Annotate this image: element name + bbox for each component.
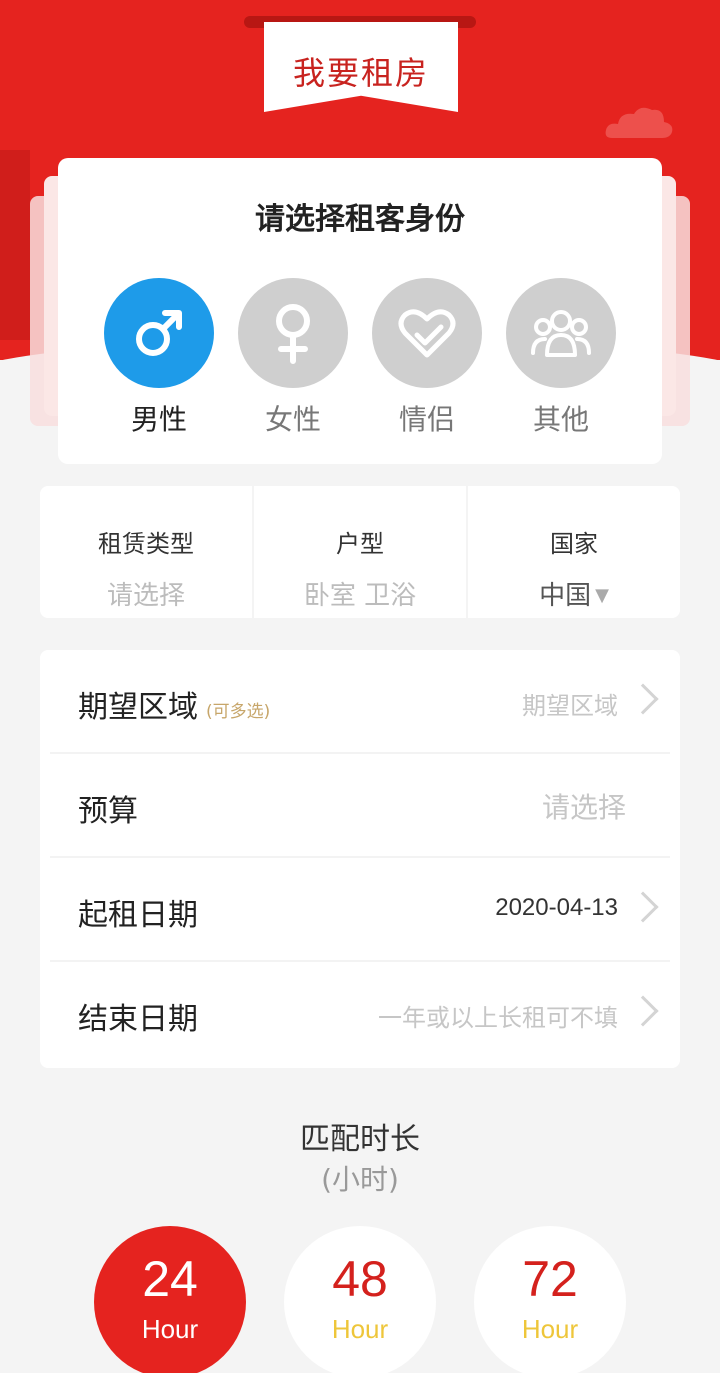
couple-heart-icon [398, 309, 456, 358]
hour-unit: Hour [141, 1314, 199, 1344]
role-female-label: 女性 [264, 403, 321, 436]
hour-option-24[interactable]: 24 Hour [94, 1226, 246, 1373]
chevron-right-icon [627, 995, 659, 1027]
hour-unit: Hour [521, 1314, 579, 1344]
filter-layout[interactable]: 户型 卧室 卫浴 [254, 486, 468, 618]
hour-value: 24 [142, 1251, 198, 1307]
building-decoration [0, 150, 30, 340]
hour-unit: Hour [331, 1314, 389, 1344]
identity-title: 请选择租客身份 [255, 202, 465, 237]
page-title: 我要租房 [292, 54, 429, 92]
filter-rental-type-value: 请选择 [106, 581, 185, 611]
role-male-label: 男性 [130, 403, 187, 436]
start-date-row[interactable]: 起租日期 2020-04-13 [40, 858, 680, 962]
role-male-option[interactable]: 男性 [104, 278, 214, 438]
budget-value: 请选择 [541, 791, 626, 824]
budget-row[interactable]: 预算 请选择 [40, 754, 680, 858]
role-couple-label: 情侣 [398, 403, 455, 436]
start-date-value: 2020-04-13 [495, 894, 618, 921]
filter-rental-type[interactable]: 租赁类型 请选择 [40, 486, 254, 618]
hour-value: 48 [332, 1251, 388, 1307]
hour-option-48[interactable]: 48 Hour [284, 1226, 436, 1373]
rental-form: 期望区域 (可多选) 期望区域 预算 请选择 起租日期 2020-04-13 结束… [40, 650, 680, 1068]
area-label: 期望区域 (可多选) [78, 690, 271, 725]
end-date-row[interactable]: 结束日期 一年或以上长租可不填 [40, 962, 680, 1066]
role-other-label: 其他 [532, 403, 589, 436]
caret-down-icon: ▼ [595, 585, 609, 606]
filter-bar: 租赁类型 请选择 户型 卧室 卫浴 国家 中国 ▼ [40, 486, 680, 618]
budget-label: 预算 [78, 794, 138, 829]
role-other-option[interactable]: 其他 [506, 278, 616, 438]
filter-country[interactable]: 国家 中国 ▼ [468, 486, 680, 618]
cloud-icon [605, 107, 673, 138]
filter-rental-type-label: 租赁类型 [98, 530, 194, 558]
filter-country-label: 国家 [550, 530, 598, 558]
filter-country-value: 中国 ▼ [468, 575, 680, 612]
end-date-label: 结束日期 [78, 1002, 198, 1037]
area-value: 期望区域 [522, 692, 618, 720]
hour-option-72[interactable]: 72 Hour [474, 1226, 626, 1373]
female-icon [276, 304, 310, 364]
role-couple-option[interactable]: 情侣 [372, 278, 482, 438]
filter-layout-value: 卧室 卫浴 [303, 581, 417, 611]
area-row[interactable]: 期望区域 (可多选) 期望区域 [40, 650, 680, 754]
multi-select-hint: (可多选) [206, 702, 271, 722]
role-female-option[interactable]: 女性 [238, 278, 348, 438]
start-date-label: 起租日期 [78, 898, 198, 933]
filter-layout-label: 户型 [336, 530, 384, 558]
chevron-right-icon [627, 891, 659, 923]
male-icon [136, 310, 182, 356]
match-duration-title: 匹配时长 [300, 1122, 420, 1157]
match-duration-unit: (小时) [321, 1163, 399, 1196]
hour-value: 72 [522, 1251, 578, 1307]
chevron-right-icon [627, 683, 659, 715]
end-date-value: 一年或以上长租可不填 [378, 1004, 618, 1032]
group-icon [531, 310, 591, 357]
country-name: 中国 [539, 581, 592, 611]
